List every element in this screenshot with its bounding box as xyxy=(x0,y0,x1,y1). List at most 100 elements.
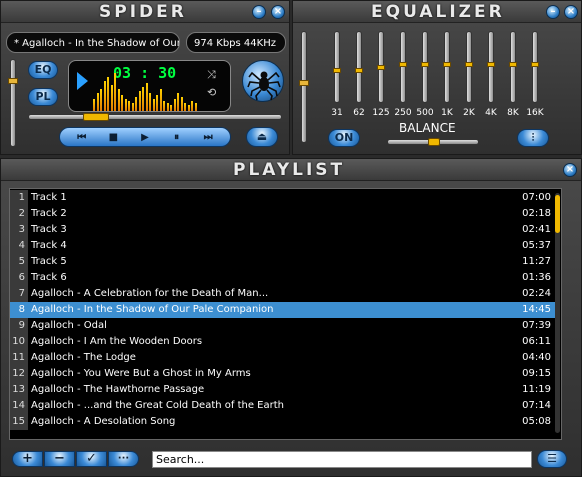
playlist-row[interactable]: 1 Track 1 07:00 xyxy=(10,190,557,206)
track-number: 11 xyxy=(10,350,28,366)
playlist-row[interactable]: 4 Track 4 05:37 xyxy=(10,238,557,254)
playlist-row[interactable]: 9 Agalloch - Odal 07:39 xyxy=(10,318,557,334)
more-button[interactable]: ··· xyxy=(108,451,139,467)
eq-band-knob[interactable] xyxy=(333,68,341,74)
repeat-icon[interactable]: ⟲ xyxy=(207,86,216,99)
list-icon: ☰ xyxy=(547,452,557,465)
seek-bar[interactable] xyxy=(28,113,282,121)
equalizer-panel: EQUALIZER – × 31 62 125 250 500 1K 2K 4K 8K 16K O… xyxy=(292,0,582,155)
eq-band-slider[interactable] xyxy=(355,31,363,103)
playlist-row[interactable]: 15 Agalloch - A Desolation Song 05:08 xyxy=(10,414,557,430)
eq-band-knob[interactable] xyxy=(421,61,429,67)
eq-band-slider[interactable] xyxy=(333,31,341,103)
next-button[interactable]: ⏭ xyxy=(197,132,219,143)
scrollbar-thumb[interactable] xyxy=(555,195,560,233)
shuffle-icon[interactable]: ⤨ xyxy=(207,68,216,82)
spectrum-bar xyxy=(177,93,179,111)
remove-button[interactable]: − xyxy=(44,451,75,467)
playlist-row[interactable]: 12 Agalloch - You Were But a Ghost in My … xyxy=(10,366,557,382)
playlist-row[interactable]: 10 Agalloch - I Am the Wooden Doors 06:11 xyxy=(10,334,557,350)
eq-on-button[interactable]: ON xyxy=(328,129,360,147)
spectrum-analyzer xyxy=(93,71,199,111)
track-name: Agalloch - A Celebration for the Death o… xyxy=(31,288,269,299)
track-name: Agalloch - I Am the Wooden Doors xyxy=(31,336,203,347)
eq-band-slider[interactable] xyxy=(531,31,539,103)
track-number: 10 xyxy=(10,334,28,350)
select-button[interactable]: ✓ xyxy=(76,451,107,467)
playlist-row[interactable]: 8 Agalloch - In the Shadow of Our Pale Co… xyxy=(10,302,557,318)
seek-knob[interactable] xyxy=(83,113,110,121)
minimize-button[interactable]: – xyxy=(546,5,560,19)
eq-band-slider[interactable] xyxy=(443,31,451,103)
spectrum-bar xyxy=(194,103,197,111)
eq-band-slider[interactable] xyxy=(421,31,429,103)
previous-button[interactable]: ⏮ xyxy=(71,132,93,143)
playlist-row[interactable]: 6 Track 6 01:36 xyxy=(10,270,557,286)
eq-band-knob[interactable] xyxy=(399,61,407,67)
spectrum-bar xyxy=(93,99,95,111)
eq-band-slider[interactable] xyxy=(509,31,517,103)
playlist-row[interactable]: 2 Track 2 02:18 xyxy=(10,206,557,222)
player-title: SPIDER xyxy=(99,2,187,22)
track-number: 6 xyxy=(10,270,28,286)
track-duration: 09:15 xyxy=(522,368,551,379)
eq-band-knob[interactable] xyxy=(531,61,539,67)
playlist-row[interactable]: 7 Agalloch - A Celebration for the Death … xyxy=(10,286,557,302)
eq-band-slider[interactable] xyxy=(399,31,407,103)
close-button[interactable]: × xyxy=(271,5,285,19)
search-input[interactable] xyxy=(152,451,532,468)
play-button[interactable]: ▶ xyxy=(134,132,156,143)
pause-button[interactable]: ⏸ xyxy=(166,132,188,143)
close-button[interactable]: × xyxy=(563,163,577,177)
close-button[interactable]: × xyxy=(564,5,578,19)
playlist-scrollbar[interactable] xyxy=(555,193,560,433)
track-name: Agalloch - The Hawthorne Passage xyxy=(31,384,205,395)
volume-slider[interactable] xyxy=(8,59,18,147)
spectrum-bar xyxy=(152,99,155,111)
balance-label: BALANCE xyxy=(399,121,456,135)
volume-knob[interactable] xyxy=(8,78,18,85)
playlist-list[interactable]: 1 Track 1 07:00 2 Track 2 02:18 3 Track 3 02:41 4… xyxy=(9,188,562,440)
track-duration: 04:40 xyxy=(522,352,551,363)
balance-slider[interactable] xyxy=(387,138,479,146)
preamp-slider[interactable] xyxy=(299,31,309,143)
eq-band-label: 62 xyxy=(353,108,365,118)
eq-band-label: 1K xyxy=(441,108,453,118)
track-duration: 05:37 xyxy=(522,240,551,251)
playlist-row[interactable]: 11 Agalloch - The Lodge 04:40 xyxy=(10,350,557,366)
spectrum-bar xyxy=(103,81,106,111)
track-number: 9 xyxy=(10,318,28,334)
eq-band-slider[interactable] xyxy=(465,31,473,103)
balance-knob[interactable] xyxy=(428,138,440,146)
visualizer-display: 03 : 30 ⤨ ⟲ xyxy=(68,60,231,112)
minimize-button[interactable]: – xyxy=(252,5,266,19)
playlist-row[interactable]: 3 Track 3 02:41 xyxy=(10,222,557,238)
pl-toggle-button[interactable]: PL xyxy=(28,88,58,106)
eq-band-knob[interactable] xyxy=(509,61,517,67)
spectrum-bar xyxy=(170,105,172,111)
track-name: Track 5 xyxy=(31,256,67,267)
eq-band-knob[interactable] xyxy=(443,61,451,67)
eq-toggle-button[interactable]: EQ xyxy=(28,61,58,79)
stop-button[interactable]: ■ xyxy=(102,132,124,143)
preamp-knob[interactable] xyxy=(299,79,309,86)
track-name: Agalloch - You Were But a Ghost in My Ar… xyxy=(31,368,251,379)
playlist-row[interactable]: 13 Agalloch - The Hawthorne Passage 11:19 xyxy=(10,382,557,398)
track-duration: 05:08 xyxy=(522,416,551,427)
eq-band-knob[interactable] xyxy=(377,65,385,70)
add-button[interactable]: + xyxy=(12,451,43,467)
eject-button[interactable]: ⏏ xyxy=(246,127,278,147)
player-panel: SPIDER – × * Agalloch - In the Shadow of… xyxy=(0,0,290,155)
track-duration: 01:36 xyxy=(522,272,551,283)
eq-band-slider[interactable] xyxy=(487,31,495,103)
playlist-row[interactable]: 5 Track 5 11:27 xyxy=(10,254,557,270)
bitrate-display: 974 Kbps 44KHz xyxy=(186,32,286,53)
eq-band-knob[interactable] xyxy=(355,68,363,74)
eq-presets-button[interactable]: ⫶ xyxy=(517,129,549,147)
eq-band-slider[interactable] xyxy=(377,31,385,103)
playlist-menu-button[interactable]: ☰ xyxy=(537,450,567,468)
playlist-row[interactable]: 14 Agalloch - ...and the Great Cold Death… xyxy=(10,398,557,414)
eq-band-knob[interactable] xyxy=(465,61,473,67)
eq-band-label: 500 xyxy=(416,108,434,118)
eq-band-knob[interactable] xyxy=(487,61,495,67)
